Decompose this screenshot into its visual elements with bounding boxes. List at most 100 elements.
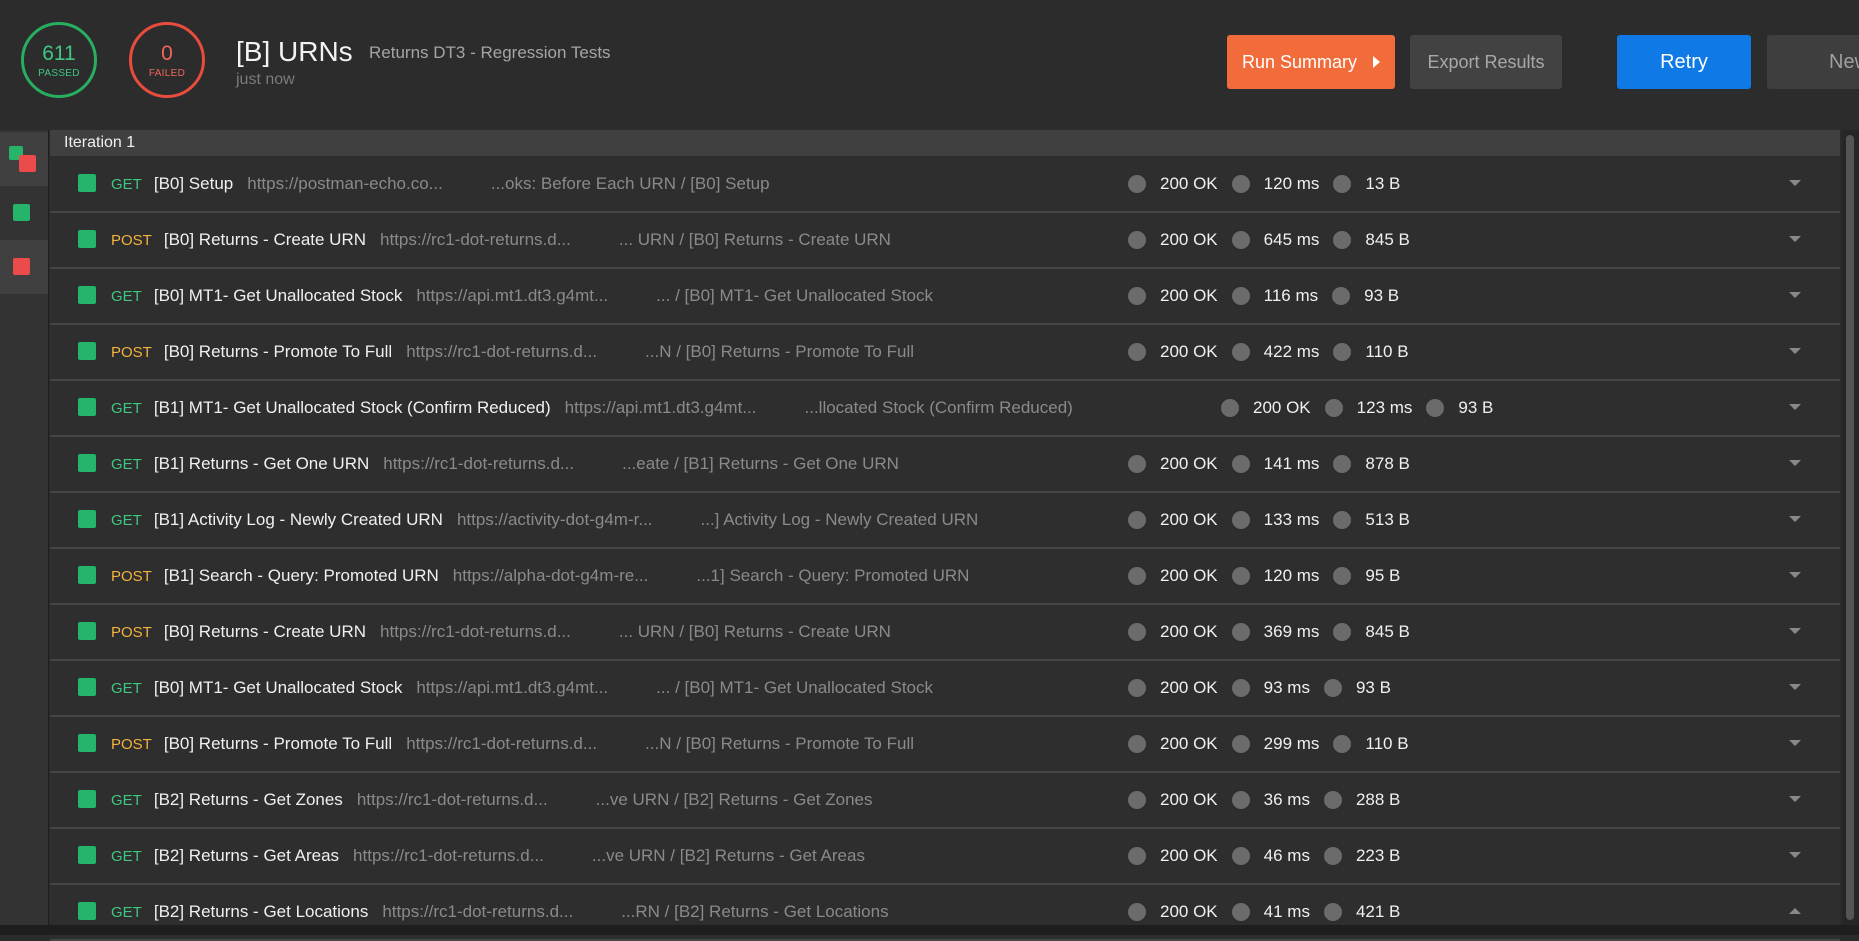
chevron-up-icon[interactable] (1789, 908, 1801, 914)
chevron-down-icon[interactable] (1789, 852, 1801, 858)
request-path: ...ve URN / [B2] Returns - Get Areas (591, 846, 865, 865)
chevron-down-icon[interactable] (1789, 796, 1801, 802)
request-row[interactable]: POST [B1] Search - Query: Promoted URN htt… (50, 549, 1840, 605)
time-dot-icon (1231, 567, 1250, 585)
chevron-down-icon[interactable] (1789, 460, 1801, 466)
request-row[interactable]: POST [B0] Returns - Promote To Full https:… (50, 717, 1840, 773)
request-row[interactable]: GET [B2] Returns - Get Areas https://rc1-d… (50, 829, 1840, 885)
request-row[interactable]: GET [B1] Activity Log - Newly Created URN… (50, 493, 1840, 549)
size-dot-icon (1333, 175, 1352, 193)
request-name: [B1] Activity Log - Newly Created URN (153, 510, 443, 529)
request-row[interactable]: POST [B0] Returns - Create URN https://rc1… (50, 213, 1840, 269)
pass-status-icon (78, 398, 96, 416)
time-dot-icon (1231, 623, 1250, 641)
response-status: 200 OK (1253, 398, 1311, 417)
chevron-down-icon[interactable] (1789, 404, 1801, 410)
passed-filter-icon (13, 204, 30, 221)
request-row[interactable]: GET [B0] Setup https://postman-echo.co....… (50, 157, 1840, 213)
request-metrics: 200 OK 120 ms 95 B (1128, 549, 1414, 603)
passed-counter: 611 PASSED (21, 22, 97, 98)
request-method: GET (111, 455, 142, 473)
retry-button[interactable]: Retry (1617, 35, 1751, 89)
response-time: 116 ms (1263, 286, 1319, 305)
request-path: ... URN / [B0] Returns - Create URN (618, 622, 891, 641)
filter-failed[interactable] (0, 240, 48, 294)
chevron-down-icon[interactable] (1789, 572, 1801, 578)
request-metrics: 200 OK 369 ms 845 B (1128, 605, 1424, 659)
request-path: ...N / [B0] Returns - Promote To Full (645, 342, 914, 361)
status-dot-icon (1128, 903, 1146, 921)
response-status: 200 OK (1160, 734, 1218, 753)
request-path: ...N / [B0] Returns - Promote To Full (645, 734, 914, 753)
caret-right-icon (1373, 56, 1381, 68)
pass-status-icon (78, 230, 96, 248)
size-dot-icon (1323, 903, 1342, 921)
response-time: 120 ms (1263, 174, 1320, 193)
chevron-down-icon[interactable] (1789, 292, 1801, 298)
response-status: 200 OK (1160, 174, 1218, 193)
time-dot-icon (1231, 511, 1250, 529)
request-row[interactable]: GET [B2] Returns - Get Zones https://rc1-d… (50, 773, 1840, 829)
status-dot-icon (1128, 231, 1146, 249)
chevron-down-icon[interactable] (1789, 348, 1801, 354)
request-metrics: 200 OK 36 ms 288 B (1128, 773, 1414, 827)
size-dot-icon (1332, 287, 1351, 305)
request-url: https://alpha-dot-g4m-re... (452, 566, 649, 585)
response-status: 200 OK (1160, 678, 1218, 697)
failed-count: 0 (161, 42, 173, 65)
export-results-button[interactable]: Export Results (1410, 35, 1562, 89)
response-size: 110 B (1365, 342, 1409, 361)
request-row[interactable]: GET [B0] MT1- Get Unallocated Stock https:… (50, 269, 1840, 325)
request-method: POST (111, 231, 152, 249)
chevron-down-icon[interactable] (1789, 684, 1801, 690)
pass-status-icon (78, 454, 96, 472)
run-header: 611 PASSED 0 FAILED [B] URNs Returns DT3… (0, 0, 1859, 130)
chevron-down-icon[interactable] (1789, 740, 1801, 746)
passed-count: 611 (42, 42, 76, 65)
response-status: 200 OK (1160, 790, 1218, 809)
all-results-icon-overlay (19, 155, 36, 172)
scrollbar-thumb[interactable] (1846, 135, 1854, 920)
request-url: https://rc1-dot-returns.d... (383, 454, 575, 473)
request-row[interactable]: GET [B1] MT1- Get Unallocated Stock (Conf… (50, 381, 1840, 437)
chevron-down-icon[interactable] (1789, 628, 1801, 634)
request-path: ... / [B0] MT1- Get Unallocated Stock (656, 678, 934, 697)
passed-label: PASSED (38, 68, 80, 79)
chevron-down-icon[interactable] (1789, 180, 1801, 186)
new-button[interactable]: New (1767, 35, 1859, 89)
pass-status-icon (78, 342, 96, 360)
failed-filter-icon (13, 258, 30, 275)
filter-all[interactable] (0, 132, 48, 186)
request-row[interactable]: GET [B1] Returns - Get One URN https://rc1… (50, 437, 1840, 493)
response-time: 369 ms (1263, 622, 1320, 641)
filter-sidebar (0, 130, 49, 925)
run-summary-button[interactable]: Run Summary (1227, 35, 1395, 89)
filter-passed[interactable] (0, 186, 48, 240)
request-name: [B0] Returns - Promote To Full (163, 342, 393, 361)
request-metrics: 200 OK 93 ms 93 B (1128, 661, 1405, 715)
pass-status-icon (78, 286, 96, 304)
response-status: 200 OK (1160, 454, 1218, 473)
request-method: POST (111, 735, 152, 753)
chevron-down-icon[interactable] (1789, 516, 1801, 522)
request-path: ...oks: Before Each URN / [B0] Setup (490, 174, 770, 193)
request-row[interactable]: POST [B0] Returns - Create URN https://rc1… (50, 605, 1840, 661)
request-name: [B0] MT1- Get Unallocated Stock (153, 678, 403, 697)
time-dot-icon (1231, 903, 1250, 921)
size-dot-icon (1323, 791, 1342, 809)
scrollbar[interactable] (1842, 130, 1859, 925)
status-dot-icon (1128, 175, 1146, 193)
request-metrics: 200 OK 116 ms 93 B (1128, 269, 1413, 323)
response-status: 200 OK (1160, 230, 1218, 249)
response-time: 120 ms (1263, 566, 1320, 585)
iteration-header[interactable]: Iteration 1 (50, 130, 1840, 156)
request-url: https://rc1-dot-returns.d... (353, 846, 544, 865)
request-method: GET (111, 679, 142, 697)
status-dot-icon (1128, 623, 1146, 641)
response-size: 223 B (1355, 846, 1401, 865)
request-row[interactable]: POST [B0] Returns - Promote To Full https:… (50, 325, 1840, 381)
time-dot-icon (1231, 791, 1250, 809)
request-row[interactable]: GET [B0] MT1- Get Unallocated Stock https:… (50, 661, 1840, 717)
request-method: GET (111, 399, 142, 417)
chevron-down-icon[interactable] (1789, 236, 1801, 242)
